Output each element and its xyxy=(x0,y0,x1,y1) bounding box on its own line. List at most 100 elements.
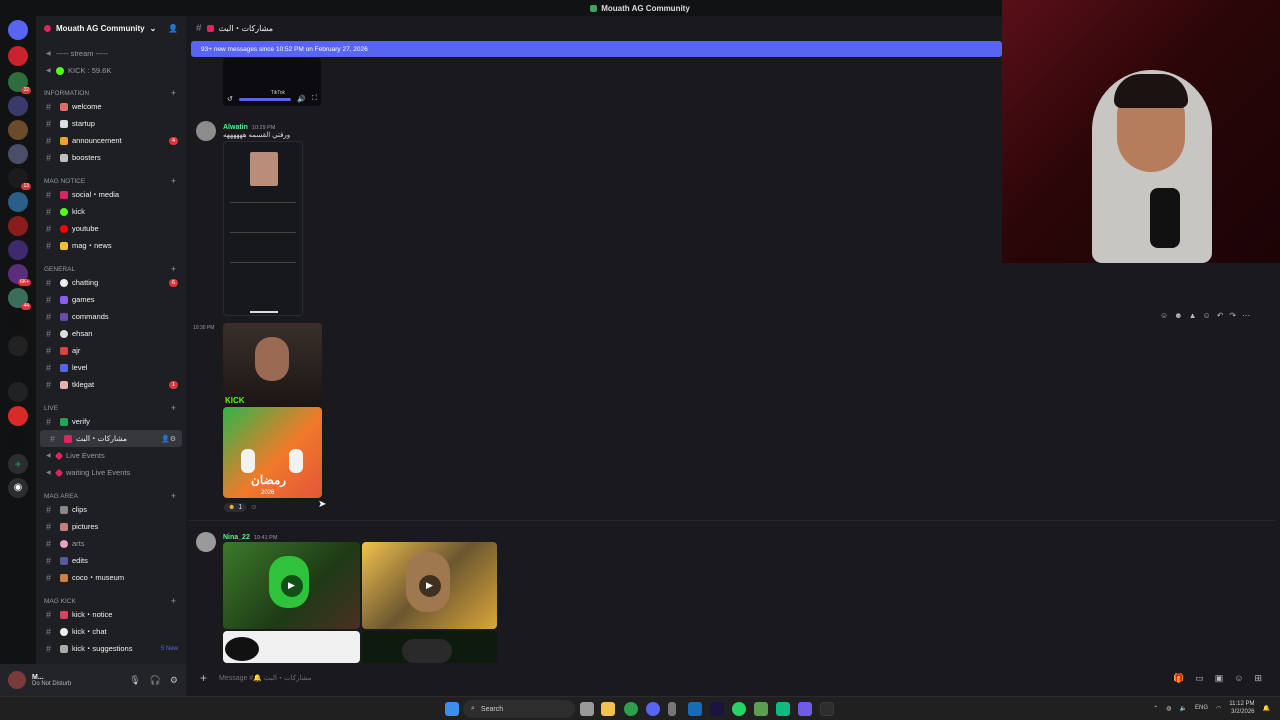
forward-icon[interactable]: ↷ xyxy=(1229,311,1236,320)
channel-item[interactable]: # level xyxy=(36,359,186,376)
chrome-icon[interactable] xyxy=(624,702,638,716)
channel-item[interactable]: # clips xyxy=(36,501,186,518)
gif-icon[interactable]: ▭ xyxy=(1195,673,1204,684)
channel-item[interactable]: # tklegat 1 xyxy=(36,376,186,393)
reaction-pill[interactable]: ☻ 1 xyxy=(224,503,247,512)
app-icon[interactable] xyxy=(776,702,790,716)
headphones-icon[interactable]: 🎧 xyxy=(150,675,161,686)
add-channel-icon[interactable]: + xyxy=(171,596,176,606)
fullscreen-icon[interactable]: ⛶ xyxy=(312,95,317,103)
reply-icon[interactable]: ↶ xyxy=(1217,311,1224,320)
avatar[interactable] xyxy=(8,671,26,689)
channel-item[interactable]: # kick・suggestions 5 New xyxy=(36,640,186,657)
channel-item[interactable]: # startup xyxy=(36,115,186,132)
volume-icon[interactable]: 🔊 xyxy=(297,95,306,103)
image-attachment[interactable]: رمضان 2026 xyxy=(223,407,322,498)
whatsapp-icon[interactable] xyxy=(732,702,746,716)
invite-icon[interactable]: 👤 xyxy=(168,24,178,33)
play-icon[interactable]: ▶ xyxy=(418,574,441,597)
add-channel-icon[interactable]: + xyxy=(171,491,176,501)
server-icon[interactable]: 13 xyxy=(8,168,31,190)
voice-channel[interactable]: ◀ Live Events xyxy=(36,447,186,464)
video-attachment[interactable] xyxy=(362,631,497,663)
new-messages-banner[interactable]: 93+ new messages since 10:52 PM on Febru… xyxy=(191,41,1002,57)
channel-item[interactable]: # announcement 4 xyxy=(36,132,186,149)
terminal-icon[interactable] xyxy=(820,702,834,716)
channel-item-active[interactable]: # مشاركات・البث 👤⚙ xyxy=(40,430,182,447)
voice-channel[interactable]: ◀ KICK : 59.6K xyxy=(36,62,186,79)
channel-item[interactable]: # kick・chat xyxy=(36,623,186,640)
server-icon[interactable]: 6K+ xyxy=(8,264,31,286)
message-input[interactable]: Message #🔔 مشاركات・البث xyxy=(219,673,312,683)
app-icon[interactable] xyxy=(798,702,812,716)
channel-item[interactable]: # pictures xyxy=(36,518,186,535)
channel-item[interactable]: # arts xyxy=(36,535,186,552)
server-icon[interactable] xyxy=(8,312,28,332)
channel-item[interactable]: # ajr xyxy=(36,342,186,359)
clock[interactable]: 11:12 PM 3/2/2026 xyxy=(1229,700,1254,716)
screenshot-attachment[interactable] xyxy=(223,141,303,316)
channel-item[interactable]: # verify xyxy=(36,413,186,430)
author-name[interactable]: Nina_22 xyxy=(223,534,250,541)
discord-taskbar-icon[interactable] xyxy=(646,702,660,716)
channel-item[interactable]: # edits xyxy=(36,552,186,569)
add-attachment-icon[interactable]: + xyxy=(200,671,207,685)
chevron-up-icon[interactable]: ⌃ xyxy=(1153,705,1158,712)
image-attachment[interactable]: KICK xyxy=(223,323,322,407)
server-icon[interactable] xyxy=(8,192,28,212)
emoji-icon[interactable]: ☺ xyxy=(1234,673,1243,684)
sticker-icon[interactable]: ▣ xyxy=(1215,673,1224,684)
premiere-icon[interactable] xyxy=(710,702,724,716)
server-icon[interactable]: 44 xyxy=(8,288,31,310)
server-icon[interactable] xyxy=(8,240,28,260)
channel-item[interactable]: # kick・notice xyxy=(36,606,186,623)
add-channel-icon[interactable]: + xyxy=(171,88,176,98)
server-icon[interactable]: 32 xyxy=(8,72,31,94)
app-icon[interactable] xyxy=(668,702,676,716)
home-icon[interactable] xyxy=(8,20,28,40)
windows-start-icon[interactable] xyxy=(445,702,459,716)
more-icon[interactable]: ⋯ xyxy=(1242,311,1250,320)
channel-item[interactable]: # games xyxy=(36,291,186,308)
voice-channel[interactable]: ◀ ----- stream ----- xyxy=(36,45,186,62)
reaction-icon[interactable]: ☺ xyxy=(1160,311,1168,320)
avatar[interactable] xyxy=(196,121,216,141)
server-icon[interactable] xyxy=(8,96,28,116)
channel-item[interactable]: # commands xyxy=(36,308,186,325)
play-icon[interactable]: ▶ xyxy=(280,574,303,597)
channel-item[interactable]: # chatting 6 xyxy=(36,274,186,291)
channel-item[interactable]: # welcome xyxy=(36,98,186,115)
replay-icon[interactable]: ↺ xyxy=(227,95,233,103)
channel-settings-icon[interactable]: 👤⚙ xyxy=(161,435,176,443)
add-reaction-icon[interactable]: ☺ xyxy=(1203,311,1211,320)
server-icon[interactable] xyxy=(8,46,28,66)
server-icon[interactable] xyxy=(8,382,28,402)
reaction-icon[interactable]: ☻ xyxy=(1174,311,1182,320)
video-embed[interactable]: ↺ 🔊 ⛶ TikTok xyxy=(223,58,321,106)
channel-item[interactable]: # boosters xyxy=(36,149,186,166)
channel-item[interactable]: # mag・news xyxy=(36,237,186,254)
server-header[interactable]: Mouath AG Community ⌄ 👤 xyxy=(36,16,186,40)
channel-item[interactable]: # youtube xyxy=(36,220,186,237)
discover-icon[interactable]: ◉ xyxy=(8,478,28,498)
server-icon[interactable] xyxy=(8,430,28,450)
microphone-icon[interactable]: 🎙 xyxy=(129,675,140,686)
add-channel-icon[interactable]: + xyxy=(171,264,176,274)
app-icon[interactable] xyxy=(754,702,768,716)
server-icon[interactable] xyxy=(8,120,28,140)
taskbar-search[interactable]: ⌕ Search xyxy=(463,700,575,718)
server-icon[interactable] xyxy=(8,144,28,164)
channel-item[interactable]: # kick xyxy=(36,203,186,220)
reaction-icon[interactable]: ▲ xyxy=(1189,311,1197,320)
language-indicator[interactable]: ENG xyxy=(1195,705,1208,711)
voice-channel[interactable]: ◀ waiting Live Events xyxy=(36,464,186,481)
server-icon[interactable] xyxy=(8,216,28,236)
add-channel-icon[interactable]: + xyxy=(171,403,176,413)
steam-icon[interactable] xyxy=(688,702,702,716)
avatar[interactable] xyxy=(196,532,216,552)
channel-item[interactable]: # coco・museum xyxy=(36,569,186,586)
channel-item[interactable]: # social・media xyxy=(36,186,186,203)
file-explorer-icon[interactable] xyxy=(601,702,615,716)
channel-item[interactable]: # ehsan xyxy=(36,325,186,342)
gear-icon[interactable]: ⚙ xyxy=(170,675,178,686)
